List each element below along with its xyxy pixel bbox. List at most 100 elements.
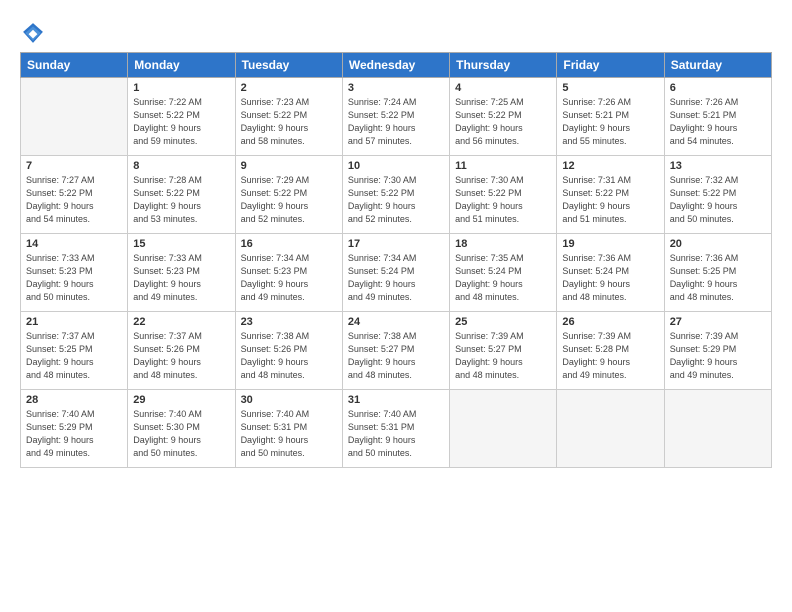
calendar-cell: 15Sunrise: 7:33 AM Sunset: 5:23 PM Dayli…: [128, 234, 235, 312]
day-info: Sunrise: 7:23 AM Sunset: 5:22 PM Dayligh…: [241, 96, 337, 148]
calendar-cell: [21, 78, 128, 156]
header-wednesday: Wednesday: [342, 53, 449, 78]
day-number: 20: [670, 238, 766, 250]
calendar-cell: 25Sunrise: 7:39 AM Sunset: 5:27 PM Dayli…: [450, 312, 557, 390]
day-number: 26: [562, 316, 658, 328]
calendar-cell: 28 Sunrise: 7:40 AM Sunset: 5:29 PM Dayli…: [21, 390, 128, 468]
calendar-cell: 17Sunrise: 7:34 AM Sunset: 5:24 PM Dayli…: [342, 234, 449, 312]
day-number: 9: [241, 160, 337, 172]
day-number: 7: [26, 160, 122, 172]
day-info: Sunrise: 7:40 AM Sunset: 5:30 PM Dayligh…: [133, 408, 229, 460]
day-number: 2: [241, 82, 337, 94]
logo-icon: [22, 22, 44, 44]
header-thursday: Thursday: [450, 53, 557, 78]
calendar-cell: 7 Sunrise: 7:27 AM Sunset: 5:22 PM Daylig…: [21, 156, 128, 234]
calendar-cell: 24 Sunrise: 7:38 AM Sunset: 5:27 PM Dayli…: [342, 312, 449, 390]
week-row-3: 14 Sunrise: 7:33 AM Sunset: 5:23 PM Dayli…: [21, 234, 772, 312]
day-info: Sunrise: 7:32 AM Sunset: 5:22 PM Dayligh…: [670, 174, 766, 226]
day-number: 15: [133, 238, 229, 250]
day-number: 4: [455, 82, 551, 94]
day-number: 6: [670, 82, 766, 94]
day-info: Sunrise: 7:37 AM Sunset: 5:26 PM Dayligh…: [133, 330, 229, 382]
calendar-cell: 31Sunrise: 7:40 AM Sunset: 5:31 PM Dayli…: [342, 390, 449, 468]
calendar-cell: [450, 390, 557, 468]
day-number: 25: [455, 316, 551, 328]
calendar-cell: 20 Sunrise: 7:36 AM Sunset: 5:25 PM Dayli…: [664, 234, 771, 312]
calendar-cell: 12Sunrise: 7:31 AM Sunset: 5:22 PM Dayli…: [557, 156, 664, 234]
day-info: Sunrise: 7:24 AM Sunset: 5:22 PM Dayligh…: [348, 96, 444, 148]
header-saturday: Saturday: [664, 53, 771, 78]
header-row-days: SundayMondayTuesdayWednesdayThursdayFrid…: [21, 53, 772, 78]
calendar-table: SundayMondayTuesdayWednesdayThursdayFrid…: [20, 52, 772, 468]
day-number: 22: [133, 316, 229, 328]
calendar-cell: 10 Sunrise: 7:30 AM Sunset: 5:22 PM Dayli…: [342, 156, 449, 234]
day-number: 21: [26, 316, 122, 328]
calendar-cell: [664, 390, 771, 468]
calendar-cell: 8 Sunrise: 7:28 AM Sunset: 5:22 PM Daylig…: [128, 156, 235, 234]
calendar-cell: 23Sunrise: 7:38 AM Sunset: 5:26 PM Dayli…: [235, 312, 342, 390]
day-number: 10: [348, 160, 444, 172]
day-number: 3: [348, 82, 444, 94]
day-info: Sunrise: 7:26 AM Sunset: 5:21 PM Dayligh…: [670, 96, 766, 148]
week-row-2: 7 Sunrise: 7:27 AM Sunset: 5:22 PM Daylig…: [21, 156, 772, 234]
calendar-cell: 6 Sunrise: 7:26 AM Sunset: 5:21 PM Daylig…: [664, 78, 771, 156]
day-number: 11: [455, 160, 551, 172]
calendar-cell: [557, 390, 664, 468]
day-info: Sunrise: 7:39 AM Sunset: 5:28 PM Dayligh…: [562, 330, 658, 382]
day-number: 30: [241, 394, 337, 406]
header-monday: Monday: [128, 53, 235, 78]
week-row-5: 28 Sunrise: 7:40 AM Sunset: 5:29 PM Dayli…: [21, 390, 772, 468]
day-info: Sunrise: 7:36 AM Sunset: 5:25 PM Dayligh…: [670, 252, 766, 304]
day-number: 19: [562, 238, 658, 250]
calendar-cell: 13 Sunrise: 7:32 AM Sunset: 5:22 PM Dayli…: [664, 156, 771, 234]
day-info: Sunrise: 7:40 AM Sunset: 5:29 PM Dayligh…: [26, 408, 122, 460]
header-friday: Friday: [557, 53, 664, 78]
week-row-4: 21 Sunrise: 7:37 AM Sunset: 5:25 PM Dayli…: [21, 312, 772, 390]
day-number: 23: [241, 316, 337, 328]
page-container: SundayMondayTuesdayWednesdayThursdayFrid…: [0, 0, 792, 478]
day-info: Sunrise: 7:40 AM Sunset: 5:31 PM Dayligh…: [348, 408, 444, 460]
day-number: 13: [670, 160, 766, 172]
calendar-cell: 21 Sunrise: 7:37 AM Sunset: 5:25 PM Dayli…: [21, 312, 128, 390]
calendar-cell: 18Sunrise: 7:35 AM Sunset: 5:24 PM Dayli…: [450, 234, 557, 312]
calendar-cell: 16 Sunrise: 7:34 AM Sunset: 5:23 PM Dayli…: [235, 234, 342, 312]
day-info: Sunrise: 7:26 AM Sunset: 5:21 PM Dayligh…: [562, 96, 658, 148]
calendar-cell: 9 Sunrise: 7:29 AM Sunset: 5:22 PM Daylig…: [235, 156, 342, 234]
calendar-cell: 29 Sunrise: 7:40 AM Sunset: 5:30 PM Dayli…: [128, 390, 235, 468]
day-info: Sunrise: 7:30 AM Sunset: 5:22 PM Dayligh…: [348, 174, 444, 226]
day-info: Sunrise: 7:28 AM Sunset: 5:22 PM Dayligh…: [133, 174, 229, 226]
week-row-1: 1Sunrise: 7:22 AM Sunset: 5:22 PM Daylig…: [21, 78, 772, 156]
day-info: Sunrise: 7:31 AM Sunset: 5:22 PM Dayligh…: [562, 174, 658, 226]
calendar-cell: 4 Sunrise: 7:25 AM Sunset: 5:22 PM Daylig…: [450, 78, 557, 156]
day-info: Sunrise: 7:37 AM Sunset: 5:25 PM Dayligh…: [26, 330, 122, 382]
header-tuesday: Tuesday: [235, 53, 342, 78]
calendar-cell: 3 Sunrise: 7:24 AM Sunset: 5:22 PM Daylig…: [342, 78, 449, 156]
day-number: 8: [133, 160, 229, 172]
calendar-cell: 5Sunrise: 7:26 AM Sunset: 5:21 PM Daylig…: [557, 78, 664, 156]
day-info: Sunrise: 7:29 AM Sunset: 5:22 PM Dayligh…: [241, 174, 337, 226]
day-number: 29: [133, 394, 229, 406]
calendar-cell: 19 Sunrise: 7:36 AM Sunset: 5:24 PM Dayli…: [557, 234, 664, 312]
day-number: 1: [133, 82, 229, 94]
day-number: 27: [670, 316, 766, 328]
day-info: Sunrise: 7:34 AM Sunset: 5:23 PM Dayligh…: [241, 252, 337, 304]
day-info: Sunrise: 7:38 AM Sunset: 5:27 PM Dayligh…: [348, 330, 444, 382]
day-number: 28: [26, 394, 122, 406]
day-number: 14: [26, 238, 122, 250]
day-info: Sunrise: 7:33 AM Sunset: 5:23 PM Dayligh…: [26, 252, 122, 304]
calendar-cell: 30 Sunrise: 7:40 AM Sunset: 5:31 PM Dayli…: [235, 390, 342, 468]
day-info: Sunrise: 7:27 AM Sunset: 5:22 PM Dayligh…: [26, 174, 122, 226]
header-sunday: Sunday: [21, 53, 128, 78]
calendar-cell: 14 Sunrise: 7:33 AM Sunset: 5:23 PM Dayli…: [21, 234, 128, 312]
day-number: 24: [348, 316, 444, 328]
day-number: 16: [241, 238, 337, 250]
day-info: Sunrise: 7:34 AM Sunset: 5:24 PM Dayligh…: [348, 252, 444, 304]
calendar-cell: 11 Sunrise: 7:30 AM Sunset: 5:22 PM Dayli…: [450, 156, 557, 234]
logo: [20, 22, 44, 44]
day-info: Sunrise: 7:35 AM Sunset: 5:24 PM Dayligh…: [455, 252, 551, 304]
day-info: Sunrise: 7:25 AM Sunset: 5:22 PM Dayligh…: [455, 96, 551, 148]
day-info: Sunrise: 7:36 AM Sunset: 5:24 PM Dayligh…: [562, 252, 658, 304]
day-info: Sunrise: 7:30 AM Sunset: 5:22 PM Dayligh…: [455, 174, 551, 226]
calendar-cell: 26 Sunrise: 7:39 AM Sunset: 5:28 PM Dayli…: [557, 312, 664, 390]
day-info: Sunrise: 7:40 AM Sunset: 5:31 PM Dayligh…: [241, 408, 337, 460]
